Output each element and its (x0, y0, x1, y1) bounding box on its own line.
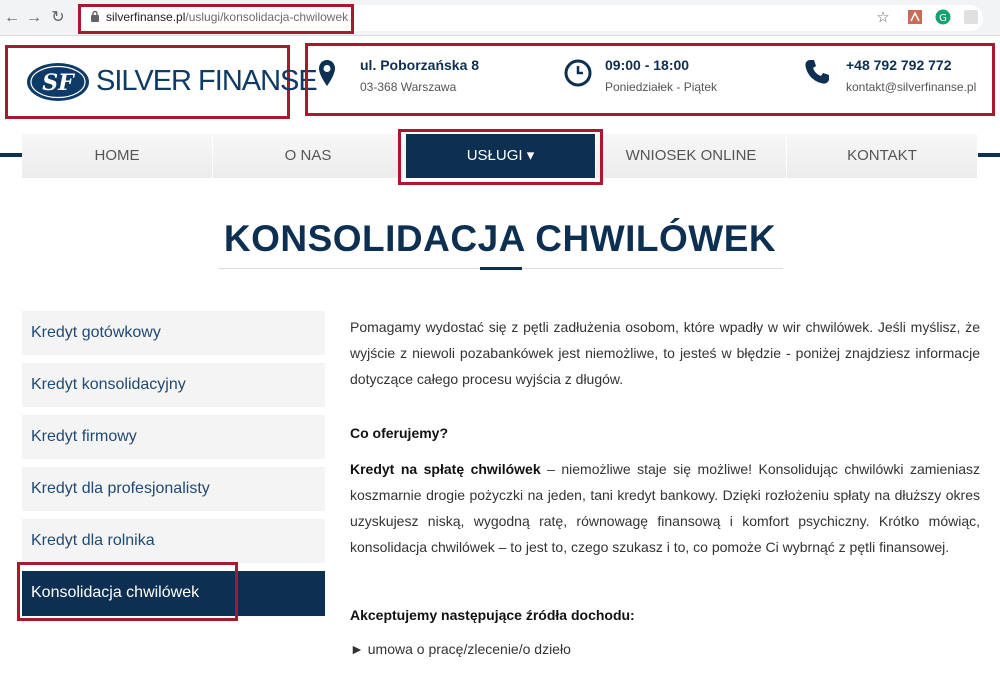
hours-info: 09:00 - 18:00 Poniedziałek - Piątek (558, 46, 788, 113)
offer-lead: Kredyt na spłatę chwilówek (350, 461, 541, 477)
page-title: KONSOLIDACJA CHWILÓWEK (223, 218, 777, 259)
contact-info-bar: ul. Poborzańska 8 03-368 Warszawa 09:00 … (305, 43, 995, 116)
nav-contact[interactable]: KONTAKT (787, 134, 978, 178)
email-link[interactable]: kontakt@silverfinanse.pl (846, 80, 976, 94)
hours-sub: Poniedziałek - Piątek (605, 80, 718, 94)
sidebar-highlight (17, 562, 238, 621)
address-title: ul. Poborzańska 8 (360, 57, 480, 73)
svg-text:G: G (939, 13, 947, 24)
profile-icon[interactable] (962, 9, 980, 27)
star-icon[interactable]: ☆ (874, 9, 892, 27)
clock-icon (564, 59, 592, 87)
sidebar-item-cash-loan[interactable]: Kredyt gotówkowy (22, 311, 325, 355)
address-sub: 03-368 Warszawa (360, 80, 457, 94)
grammarly-icon[interactable]: G (934, 9, 952, 27)
sidebar-item-business-loan[interactable]: Kredyt firmowy (22, 415, 325, 459)
url-highlight (78, 4, 354, 34)
phone-icon (805, 60, 829, 84)
phone-number[interactable]: +48 792 792 772 (846, 57, 952, 73)
title-accent (480, 267, 522, 270)
main-content: Pomagamy wydostać się z pętli zadłużenia… (350, 314, 980, 662)
map-pin-icon (319, 60, 335, 86)
arrow-left-icon[interactable]: ← (2, 8, 22, 28)
address-info: ul. Poborzańska 8 03-368 Warszawa (308, 46, 548, 113)
nav-highlight (398, 129, 603, 185)
sidebar-item-consolidation-loan[interactable]: Kredyt konsolidacyjny (22, 363, 325, 407)
nav-online-application[interactable]: WNIOSEK ONLINE (596, 134, 787, 178)
nav-about[interactable]: O NAS (213, 134, 404, 178)
extension-icon[interactable] (906, 9, 924, 27)
income-heading: Akceptujemy następujące źródła dochodu: (350, 607, 635, 623)
reload-icon[interactable]: ↻ (48, 8, 68, 28)
logo-emblem-icon: SF (27, 63, 89, 101)
phone-info: +48 792 792 772 kontakt@silverfinanse.pl (803, 46, 993, 113)
nav-home[interactable]: HOME (22, 134, 213, 178)
list-item: ► umowa o pracę/zlecenie/o dzieło (350, 641, 571, 657)
arrow-right-icon[interactable]: → (24, 8, 44, 28)
logo-initials: SF (42, 70, 75, 96)
logo-name: SILVER FINANSE (96, 65, 318, 97)
offer-paragraph: Kredyt na spłatę chwilówek – niemożliwe … (350, 456, 980, 560)
logo[interactable]: SF SILVER FINANSE (5, 45, 318, 119)
sidebar-item-farmer-loan[interactable]: Kredyt dla rolnika (22, 519, 325, 563)
intro-paragraph: Pomagamy wydostać się z pętli zadłużenia… (350, 319, 980, 387)
offer-heading: Co oferujemy? (350, 425, 449, 441)
sidebar-item-professional-loan[interactable]: Kredyt dla profesjonalisty (22, 467, 325, 511)
hours-title: 09:00 - 18:00 (605, 57, 690, 73)
